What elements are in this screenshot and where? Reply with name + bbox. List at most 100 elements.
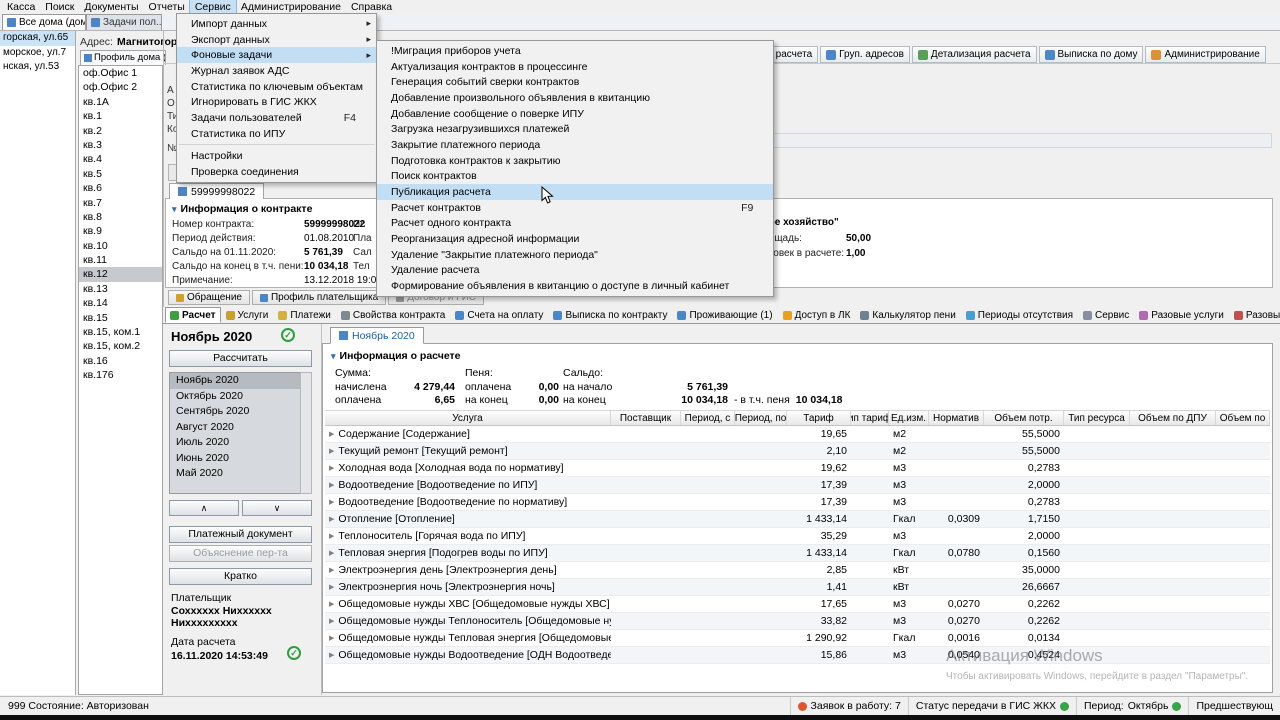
column-header[interactable]: Объем по — [1216, 411, 1270, 425]
list-item[interactable]: кв.9 — [79, 224, 162, 238]
expand-icon[interactable] — [329, 498, 334, 506]
table-header[interactable]: УслугаПоставщикПериод, сПериод, поТарифТ… — [325, 410, 1270, 426]
tab-payments[interactable]: Платежи — [273, 307, 336, 323]
menu-item[interactable]: Загрузка незагрузившихся платежей — [377, 121, 773, 137]
tab-user-tasks[interactable]: Задачи пол... — [86, 14, 162, 30]
expand-icon[interactable] — [329, 617, 334, 625]
menu-item[interactable]: Фоновые задачи — [177, 47, 376, 64]
column-header[interactable]: Поставщик — [611, 411, 681, 425]
table-row[interactable]: Водоотведение [Водоотведение по ИПУ] 17,… — [325, 477, 1270, 494]
menu-item[interactable]: Задачи пользователей F4 — [177, 110, 376, 126]
list-item[interactable]: Май 2020 — [170, 466, 311, 482]
list-item[interactable]: оф.Офис 2 — [79, 80, 162, 94]
expand-icon[interactable] — [329, 651, 334, 659]
list-item[interactable]: Август 2020 — [170, 420, 311, 436]
group-addresses-button[interactable]: Груп. адресов — [820, 46, 910, 63]
tab-absence-periods[interactable]: Периоды отсутствия — [961, 307, 1078, 323]
table-row[interactable]: Общедомовые нужды Тепловая энергия [Обще… — [325, 630, 1270, 647]
menu-item[interactable]: Журнал заявок АДС — [177, 63, 376, 79]
appeal-button[interactable]: Обращение — [168, 290, 250, 305]
calculation-details-button[interactable]: Детализация расчета — [911, 46, 1037, 63]
list-item[interactable]: Ноябрь 2020 — [170, 373, 311, 389]
building-item[interactable]: горская, ул.65 — [0, 31, 75, 46]
list-item[interactable]: кв.8 — [79, 210, 162, 224]
menu-item[interactable]: Генерация событий сверки контрактов — [377, 74, 773, 90]
gis-transfer-status[interactable]: Статус передачи в ГИС ЖКХ — [907, 697, 1076, 715]
expand-icon[interactable] — [329, 634, 334, 642]
list-item[interactable]: Июнь 2020 — [170, 451, 311, 467]
menu-item-spravka[interactable]: Справка — [346, 0, 397, 14]
tab-service[interactable]: Сервис — [1078, 307, 1134, 323]
menu-item[interactable]: Игнорировать в ГИС ЖКХ — [177, 94, 376, 110]
list-item[interactable]: кв.11 — [79, 253, 162, 267]
table-row[interactable]: Общедомовые нужды Водоотведение [ОДН Вод… — [325, 647, 1270, 664]
recalc-explanation-button[interactable]: Объяснение пер-та — [169, 545, 312, 562]
tab-house-profile[interactable]: Профиль дома (ус... — [80, 50, 166, 65]
payment-document-button[interactable]: Платежный документ — [169, 526, 312, 543]
calc-section-header[interactable]: Информация о расчете — [331, 350, 461, 362]
list-item[interactable]: кв.2 — [79, 124, 162, 138]
calculate-button[interactable]: Рассчитать — [169, 350, 312, 367]
period-status[interactable]: Период: Октябрь — [1075, 697, 1188, 715]
menu-item[interactable] — [179, 143, 374, 147]
table-row[interactable]: Содержание [Содержание] 19,65 м2 55,5000 — [325, 426, 1270, 443]
list-item[interactable]: кв.176 — [79, 368, 162, 382]
column-header[interactable]: Объем потр. — [984, 411, 1064, 425]
list-item[interactable]: кв.14 — [79, 296, 162, 310]
column-header[interactable]: Тип ресурса — [1064, 411, 1130, 425]
tab-one-time-services[interactable]: Разовые услуги — [1134, 307, 1229, 323]
preceding-status[interactable]: Предшествующ — [1188, 697, 1280, 715]
menu-item[interactable]: Закрытие платежного периода — [377, 137, 773, 153]
table-row[interactable]: Водоотведение [Водоотведение по норматив… — [325, 494, 1270, 511]
tab-personal-account[interactable]: Доступ в ЛК — [778, 307, 856, 323]
expand-icon[interactable] — [329, 464, 334, 472]
tab-penalty-calculator[interactable]: Калькулятор пени — [855, 307, 960, 323]
expand-icon[interactable] — [329, 481, 334, 489]
list-item[interactable]: кв.15 — [79, 311, 162, 325]
tab-contract-properties[interactable]: Свойства контракта — [336, 307, 450, 323]
payer-profile-button[interactable]: Профиль плательщика — [251, 290, 387, 305]
table-row[interactable]: Холодная вода [Холодная вода по норматив… — [325, 460, 1270, 477]
building-item[interactable]: нская, ул.53 — [0, 60, 75, 75]
expand-icon[interactable] — [329, 583, 334, 591]
house-statement-button[interactable]: Выписка по дому — [1038, 46, 1144, 63]
column-header[interactable]: Период, с — [681, 411, 735, 425]
menu-item[interactable]: Формирование объявления в квитанцию о до… — [377, 278, 773, 294]
column-header[interactable]: Тип тарифа — [851, 411, 889, 425]
menu-item[interactable]: Статистика по ИПУ — [177, 126, 376, 142]
menu-item[interactable]: Расчет одного контракта — [377, 216, 773, 232]
tab-contract-statement[interactable]: Выписка по контракту — [548, 307, 672, 323]
menu-item[interactable]: Подготовка контрактов к закрытию — [377, 153, 773, 169]
menu-item-administrirovanie[interactable]: Администрирование — [236, 0, 346, 14]
contract-section-header[interactable]: Информация о контракте — [172, 203, 313, 215]
menu-item[interactable]: Настройки — [177, 149, 376, 165]
column-header[interactable]: Период, по — [735, 411, 787, 425]
expand-icon[interactable] — [329, 430, 334, 438]
list-item[interactable]: Сентябрь 2020 — [170, 404, 311, 420]
administration-button[interactable]: Администрирование — [1145, 46, 1266, 63]
table-row[interactable]: Электроэнергия день [Электроэнергия день… — [325, 562, 1270, 579]
list-item[interactable]: Июль 2020 — [170, 435, 311, 451]
menu-item-poisk[interactable]: Поиск — [40, 0, 79, 14]
menu-item[interactable]: Добавление сообщение о поверке ИПУ — [377, 106, 773, 122]
menu-item[interactable]: Статистика по ключевым объектам — [177, 79, 376, 95]
brief-button[interactable]: Кратко — [169, 568, 312, 585]
tab-calc-month[interactable]: Ноябрь 2020 — [330, 327, 424, 344]
expand-icon[interactable] — [329, 532, 334, 540]
table-row[interactable]: Текущий ремонт [Текущий ремонт] 2,10 м2 … — [325, 443, 1270, 460]
tab-one-time-removals[interactable]: Разовые снятия — [1229, 307, 1280, 323]
menu-item[interactable]: Публикация расчета — [377, 184, 774, 200]
list-item[interactable]: кв.6 — [79, 181, 162, 195]
table-row[interactable]: Общедомовые нужды ХВС [Общедомовые нужды… — [325, 596, 1270, 613]
menu-item-kassa[interactable]: Касса — [2, 0, 40, 14]
list-item[interactable]: кв.16 — [79, 354, 162, 368]
table-row[interactable]: Электроэнергия ночь [Электроэнергия ночь… — [325, 579, 1270, 596]
tab-all-houses[interactable]: Все дома (дом) × — [2, 14, 86, 30]
menu-item[interactable]: Импорт данных — [177, 16, 376, 32]
list-item[interactable]: кв.3 — [79, 138, 162, 152]
tasks-status[interactable]: Заявок в работу: 7 — [789, 697, 908, 715]
list-item[interactable]: кв.10 — [79, 239, 162, 253]
list-item[interactable]: Октябрь 2020 — [170, 389, 311, 405]
menu-item[interactable]: Удаление расчета — [377, 263, 773, 279]
table-row[interactable]: Отопление [Отопление] 1 433,14 Гкал 0,03… — [325, 511, 1270, 528]
